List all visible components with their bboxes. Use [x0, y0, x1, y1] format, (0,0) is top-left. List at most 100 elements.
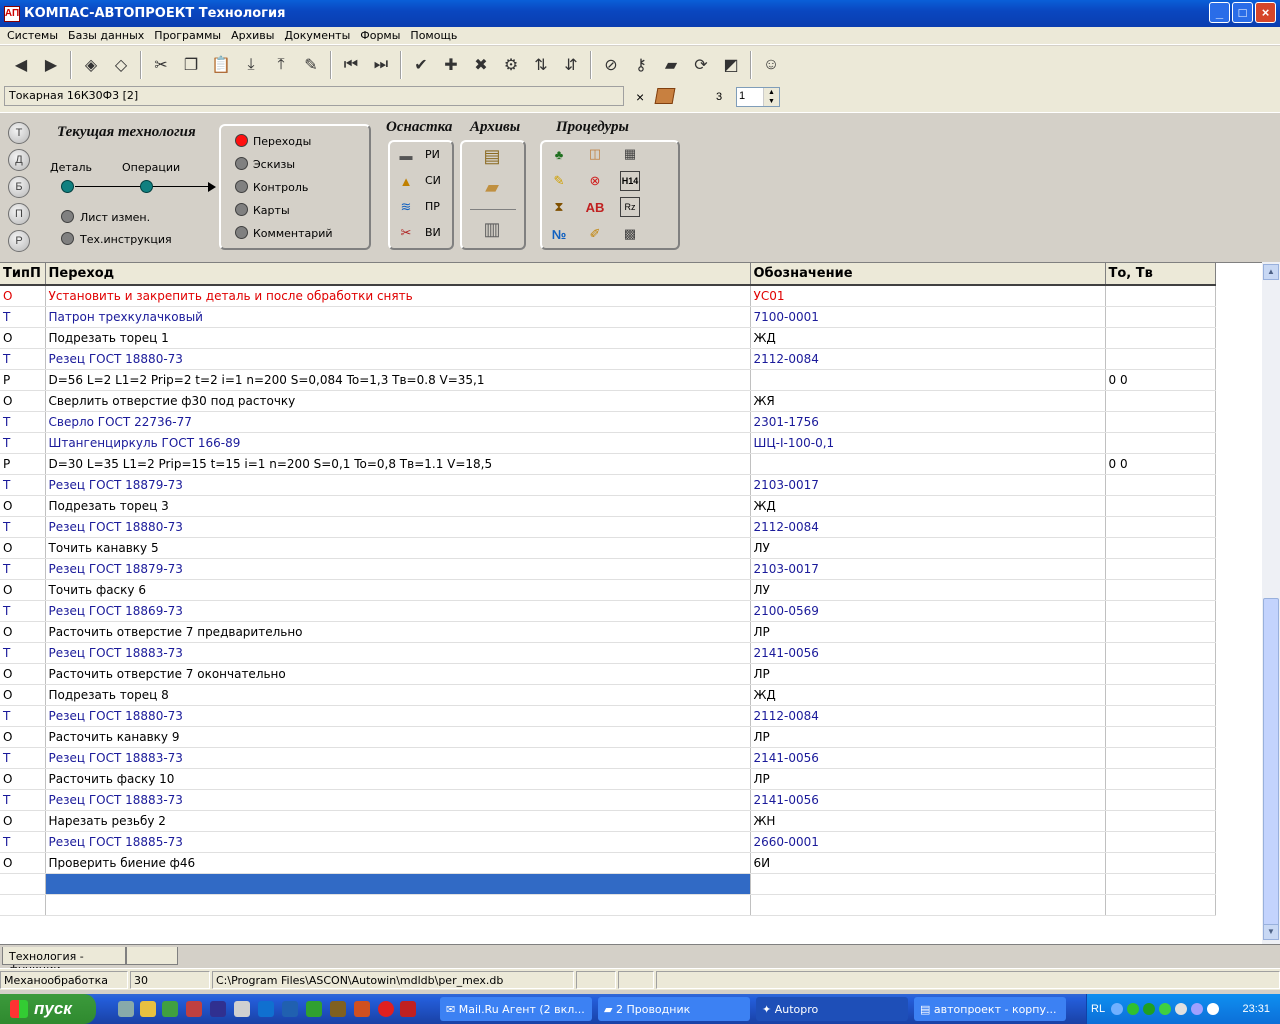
side-button-r[interactable]: Р [8, 230, 30, 252]
maximize-button[interactable]: □ [1232, 2, 1253, 23]
cell-code[interactable]: ШЦ-I-100-0,1 [750, 432, 1106, 454]
option-control[interactable]: Контроль [253, 181, 308, 194]
table-row[interactable]: О Подрезать торец 1 ЖД [0, 327, 1216, 349]
cell-type[interactable]: О [0, 663, 46, 685]
cell-type[interactable]: Т [0, 600, 46, 622]
cell-text[interactable]: Точить фаску 6 [45, 579, 751, 601]
cutting-tool-icon[interactable]: ▬ [396, 145, 416, 165]
cell-time[interactable] [1105, 348, 1216, 370]
cell-text[interactable]: Резец ГОСТ 18869-73 [45, 600, 751, 622]
osnastka-si[interactable]: СИ [425, 174, 441, 187]
cell-code[interactable]: 2660-0001 [750, 831, 1106, 853]
table-row[interactable]: О Установить и закрепить деталь и после о… [0, 285, 1216, 307]
cell-text[interactable]: Расточить фаску 10 [45, 768, 751, 790]
quicklaunch-cube-icon[interactable] [400, 1001, 416, 1017]
cell-text[interactable]: Резец ГОСТ 18880-73 [45, 516, 751, 538]
table-row[interactable]: Т Резец ГОСТ 18879-73 2103-0017 [0, 474, 1216, 496]
table-row[interactable]: Т Патрон трехкулачковый 7100-0001 [0, 306, 1216, 328]
cell-time[interactable] [1105, 705, 1216, 727]
cell-code[interactable] [750, 369, 1106, 391]
task-autopro[interactable]: ✦ Autopro [756, 997, 908, 1021]
paste-icon[interactable]: 📋 [208, 52, 234, 78]
cell-text[interactable]: D=30 L=35 L1=2 Prip=15 t=15 i=1 n=200 S=… [45, 453, 751, 475]
sort-az-icon[interactable]: ⇅ [528, 52, 554, 78]
table-row[interactable]: Т Резец ГОСТ 18883-73 2141-0056 [0, 747, 1216, 769]
export-icon[interactable]: ⤒ [268, 52, 294, 78]
cell-time[interactable] [1105, 768, 1216, 790]
cell-text[interactable]: Нарезать резьбу 2 [45, 810, 751, 832]
table-row[interactable]: Т Резец ГОСТ 18883-73 2141-0056 [0, 642, 1216, 664]
empty-cell[interactable] [0, 873, 46, 895]
cell-type[interactable]: О [0, 327, 46, 349]
table-row[interactable]: Т Резец ГОСТ 18869-73 2100-0569 [0, 600, 1216, 622]
side-button-b[interactable]: Б [8, 176, 30, 198]
pencil-box-icon[interactable]: ✐ [585, 224, 605, 244]
cell-type[interactable]: О [0, 810, 46, 832]
cell-time[interactable] [1105, 285, 1216, 307]
cell-time[interactable] [1105, 558, 1216, 580]
cell-code[interactable]: 2301-1756 [750, 411, 1106, 433]
osnastka-ri[interactable]: РИ [425, 148, 440, 161]
table-row[interactable]: О Точить канавку 5 ЛУ [0, 537, 1216, 559]
cell-text[interactable]: Резец ГОСТ 18879-73 [45, 474, 751, 496]
cell-time[interactable] [1105, 474, 1216, 496]
cell-text[interactable]: Резец ГОСТ 18883-73 [45, 747, 751, 769]
change-sheet-dot-icon[interactable] [61, 210, 74, 223]
tray-icq-icon[interactable] [1143, 1003, 1156, 1015]
table-row[interactable]: Т Резец ГОСТ 18880-73 2112-0084 [0, 705, 1216, 727]
tool-add-icon[interactable]: ✚ [438, 52, 464, 78]
quicklaunch-word-icon[interactable] [282, 1001, 298, 1017]
change-sheet-label[interactable]: Лист измен. [80, 211, 150, 224]
cell-text[interactable]: Сверло ГОСТ 22736-77 [45, 411, 751, 433]
cell-time[interactable] [1105, 390, 1216, 412]
table-row[interactable]: Т Сверло ГОСТ 22736-77 2301-1756 [0, 411, 1216, 433]
cell-type[interactable]: Т [0, 432, 46, 454]
cell-type[interactable]: О [0, 495, 46, 517]
menu-documents[interactable]: Документы [279, 29, 355, 42]
empty-row[interactable] [0, 894, 1216, 916]
table-row[interactable]: О Проверить биение ф46 6И [0, 852, 1216, 874]
hourglass-icon[interactable]: ⧗ [549, 197, 569, 217]
calculator-icon[interactable]: ▦ [620, 144, 640, 164]
table-row[interactable]: Т Штангенциркуль ГОСТ 166-89 ШЦ-I-100-0,1 [0, 432, 1216, 454]
cell-text[interactable]: Патрон трехкулачковый [45, 306, 751, 328]
option-dot-transitions-icon[interactable] [235, 134, 248, 147]
quicklaunch-tool-icon[interactable] [118, 1001, 134, 1017]
cell-type[interactable]: Т [0, 747, 46, 769]
tab-empty[interactable] [126, 947, 178, 965]
menu-archives[interactable]: Архивы [226, 29, 279, 42]
cell-code[interactable]: ЖД [750, 327, 1106, 349]
cell-type[interactable]: О [0, 285, 46, 307]
tray-shield-icon[interactable] [1127, 1003, 1140, 1015]
cell-time[interactable] [1105, 600, 1216, 622]
cell-type[interactable]: О [0, 537, 46, 559]
option-dot-cards-icon[interactable] [235, 203, 248, 216]
measure-tool-icon[interactable]: ▲ [396, 171, 416, 191]
table-row[interactable]: Т Резец ГОСТ 18885-73 2660-0001 [0, 831, 1216, 853]
spinner-arrows-icon[interactable]: ▲ ▼ [763, 88, 779, 106]
table-row[interactable]: О Расточить фаску 10 ЛР [0, 768, 1216, 790]
menu-forms[interactable]: Формы [355, 29, 405, 42]
cell-time[interactable] [1105, 789, 1216, 811]
cell-code[interactable]: 2141-0056 [750, 747, 1106, 769]
tray-monitor-icon[interactable] [1207, 1003, 1220, 1015]
detail-node-icon[interactable] [61, 180, 74, 193]
cell-time[interactable] [1105, 831, 1216, 853]
cell-text[interactable]: Резец ГОСТ 18879-73 [45, 558, 751, 580]
cell-text[interactable]: Резец ГОСТ 18880-73 [45, 348, 751, 370]
menu-help[interactable]: Помощь [405, 29, 462, 42]
cell-code[interactable]: ЖД [750, 495, 1106, 517]
tech-instr-dot-icon[interactable] [61, 232, 74, 245]
cell-time[interactable] [1105, 810, 1216, 832]
quicklaunch-desktop-icon[interactable] [234, 1001, 250, 1017]
tools-icon[interactable]: ⚙ [498, 52, 524, 78]
copy-icon[interactable]: ❐ [178, 52, 204, 78]
empty-cell[interactable] [45, 873, 751, 895]
page-spinner[interactable]: 1 ▲ ▼ [736, 87, 780, 107]
option-comment[interactable]: Комментарий [253, 227, 333, 240]
cell-time[interactable] [1105, 642, 1216, 664]
cell-type[interactable]: Т [0, 789, 46, 811]
cell-code[interactable]: ЖЯ [750, 390, 1106, 412]
cell-type[interactable]: О [0, 726, 46, 748]
cell-text[interactable]: Расточить отверстие 7 окончательно [45, 663, 751, 685]
